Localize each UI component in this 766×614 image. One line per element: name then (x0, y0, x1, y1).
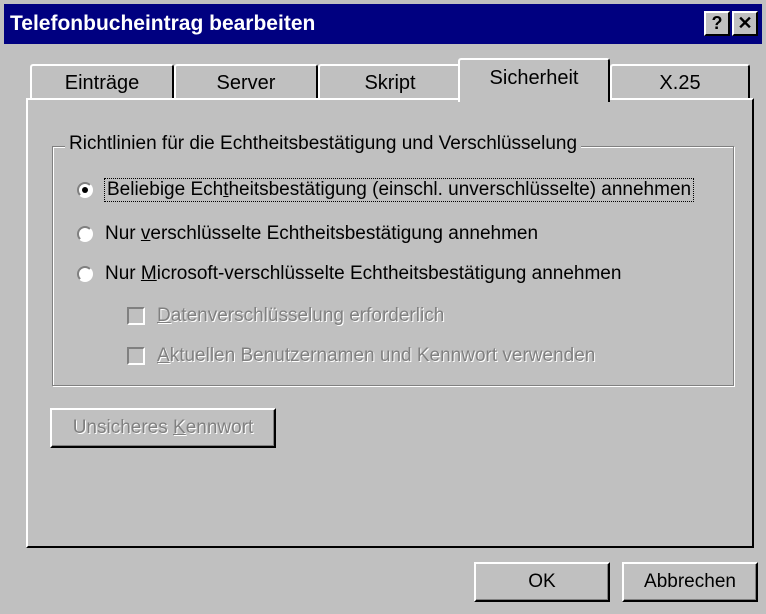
tab-x25[interactable]: X.25 (610, 64, 750, 100)
insecure-password-button[interactable]: Unsicheres Kennwort (50, 408, 276, 448)
auth-policy-group: Richtlinien für die Echtheitsbestätigung… (52, 133, 734, 386)
radio-ms-encrypted-auth[interactable]: Nur Microsoft-verschlüsselte Echtheitsbe… (77, 263, 621, 285)
checkbox-box[interactable] (127, 307, 145, 325)
radio-encrypted-auth[interactable]: Nur verschlüsselte Echtheitsbestätigung … (77, 223, 538, 245)
radio-any-auth[interactable]: Beliebige Echtheitsbestätigung (einschl.… (77, 178, 695, 202)
tab-skript[interactable]: Skript (318, 64, 462, 100)
checkbox-data-encryption[interactable]: Datenverschlüsselung erforderlich (127, 305, 444, 327)
tab-panel-sicherheit: Richtlinien für die Echtheitsbestätigung… (26, 98, 754, 548)
tab-eintraege[interactable]: Einträge (30, 64, 174, 100)
radio-button-selected[interactable] (77, 182, 93, 198)
close-icon[interactable]: ✕ (732, 11, 758, 36)
checkbox-label: Aktuellen Benutzernamen und Kennwort ver… (157, 345, 596, 366)
checkbox-box[interactable] (127, 347, 145, 365)
title-bar[interactable]: Telefonbucheintrag bearbeiten ? ✕ (4, 4, 762, 44)
radio-button[interactable] (77, 226, 93, 242)
radio-button[interactable] (77, 266, 93, 282)
window-title: Telefonbucheintrag bearbeiten (10, 12, 316, 35)
radio-label: Beliebige Echtheitsbestätigung (einschl.… (103, 178, 695, 202)
tab-server[interactable]: Server (174, 64, 318, 100)
help-button[interactable]: ? (704, 11, 730, 36)
ok-button[interactable]: OK (474, 562, 610, 602)
checkbox-current-credentials[interactable]: Aktuellen Benutzernamen und Kennwort ver… (127, 345, 595, 367)
checkbox-label: Datenverschlüsselung erforderlich (157, 305, 445, 326)
radio-label: Nur verschlüsselte Echtheitsbestätigung … (105, 223, 539, 244)
tab-sicherheit[interactable]: Sicherheit (458, 58, 610, 102)
dialog-window: Telefonbucheintrag bearbeiten ? ✕ Einträ… (0, 0, 766, 614)
cancel-button[interactable]: Abbrechen (622, 562, 758, 602)
radio-label: Nur Microsoft-verschlüsselte Echtheitsbe… (105, 263, 622, 284)
group-legend: Richtlinien für die Echtheitsbestätigung… (65, 133, 582, 155)
